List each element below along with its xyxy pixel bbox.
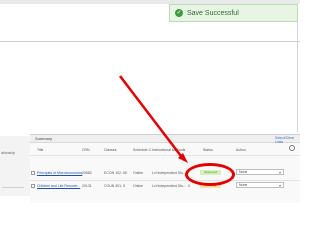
- annotation-arrow: [119, 75, 185, 161]
- annotation-circle: [185, 163, 235, 186]
- annotation-layer: [119, 75, 188, 163]
